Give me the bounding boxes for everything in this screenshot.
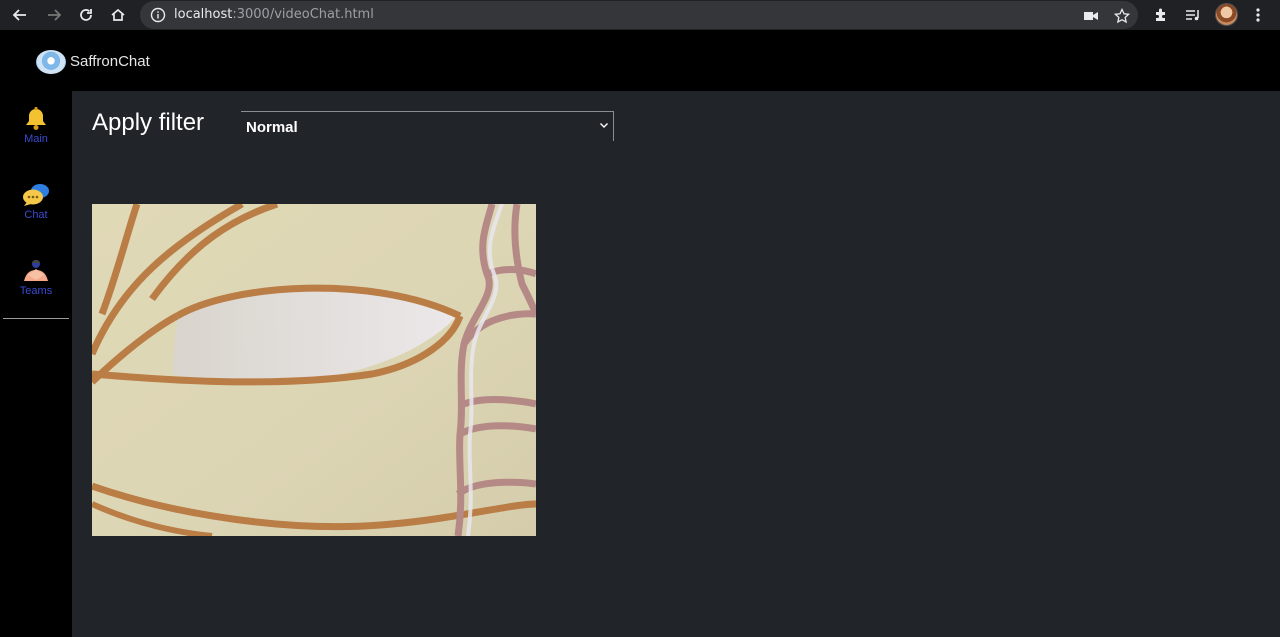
sidebar-item-teams[interactable]: Teams [0, 257, 72, 317]
chat-bubbles-icon [22, 181, 50, 209]
video-feed [92, 204, 536, 536]
chevron-down-icon [600, 123, 608, 128]
filter-selected-value: Normal [246, 119, 298, 136]
saffronchat-logo-icon[interactable] [36, 50, 66, 74]
media-queue-icon[interactable] [1182, 4, 1204, 26]
bell-icon [22, 105, 50, 133]
browser-toolbar: localhost:3000/videoChat.html [0, 0, 1280, 30]
back-icon[interactable] [8, 3, 32, 27]
main-panel: Apply filter Normal [72, 91, 1280, 637]
video-frame-image [92, 204, 536, 536]
forward-icon[interactable] [42, 3, 66, 27]
sidebar-item-label: Chat [24, 209, 48, 221]
extensions-icon[interactable] [1150, 4, 1172, 26]
more-menu-icon[interactable] [1247, 4, 1269, 26]
sidebar-item-label: Teams [19, 285, 53, 297]
app-brand[interactable]: SaffronChat [70, 53, 150, 70]
filter-select[interactable]: Normal [241, 111, 614, 141]
address-bar[interactable]: localhost:3000/videoChat.html [140, 1, 1138, 29]
profile-avatar[interactable] [1215, 3, 1238, 26]
sidebar-item-main[interactable]: Main [0, 105, 72, 165]
info-icon[interactable] [150, 7, 166, 23]
sidebar-item-chat[interactable]: Chat [0, 181, 72, 241]
camera-icon[interactable] [1080, 5, 1102, 27]
sidebar-item-label: Main [24, 133, 48, 145]
sidebar: Main Chat Teams [0, 91, 72, 637]
home-icon[interactable] [106, 3, 130, 27]
star-icon[interactable] [1111, 5, 1133, 27]
teams-icon [22, 257, 50, 285]
app-header: SaffronChat [0, 32, 1280, 91]
address-url: localhost:3000/videoChat.html [174, 7, 374, 23]
url-path: :3000/videoChat.html [232, 7, 374, 22]
reload-icon[interactable] [74, 3, 98, 27]
filter-label: Apply filter [92, 109, 205, 136]
sidebar-divider [3, 318, 69, 319]
url-host: localhost [174, 7, 233, 22]
